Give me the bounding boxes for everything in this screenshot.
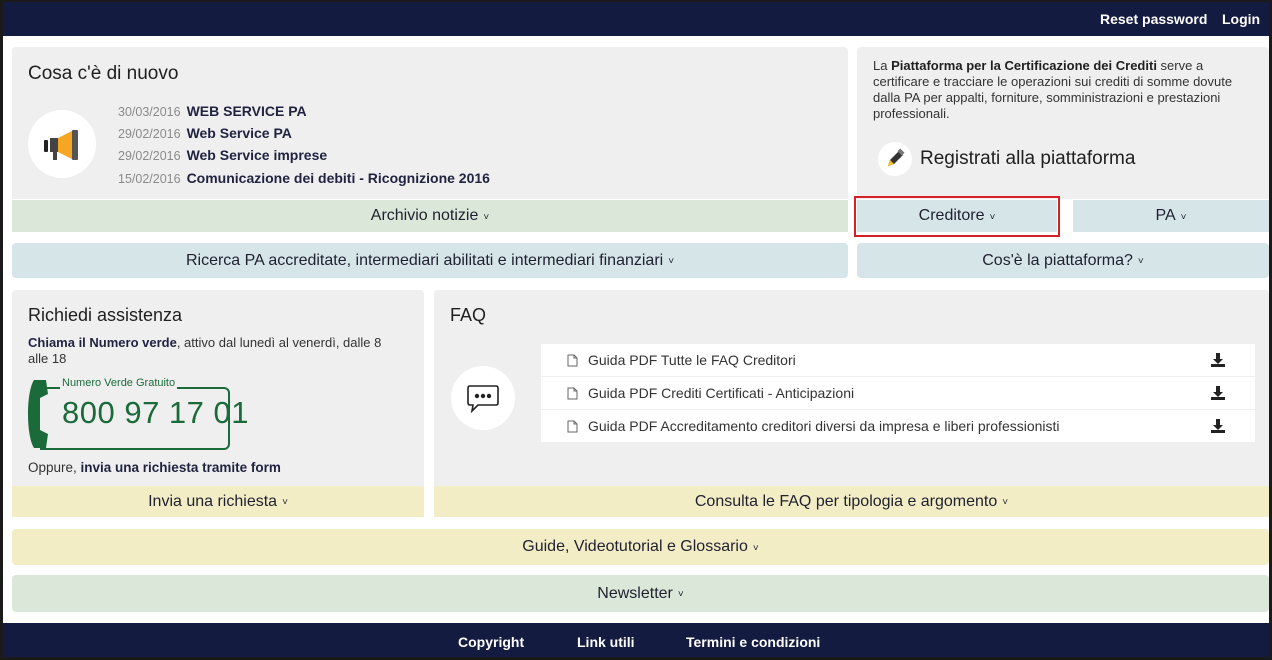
news-item[interactable]: 29/02/2016 Web Service PA bbox=[118, 125, 292, 141]
faq-item-label: Guida PDF Tutte le FAQ Creditori bbox=[588, 352, 796, 368]
assistance-form-text: Oppure, invia una richiesta tramite form bbox=[28, 460, 418, 476]
faq-item[interactable]: Guida PDF Accreditamento creditori diver… bbox=[541, 410, 1255, 443]
toll-free-label: Numero Verde Gratuito bbox=[60, 377, 178, 389]
news-item[interactable]: 29/02/2016 Web Service imprese bbox=[118, 147, 327, 163]
faq-title: FAQ bbox=[450, 305, 487, 325]
news-item[interactable]: 15/02/2016 Comunicazione dei debiti - Ri… bbox=[118, 170, 490, 186]
platform-description: La Piattaforma per la Certificazione dei… bbox=[873, 58, 1257, 122]
assistance-title: Richiedi assistenza bbox=[28, 305, 183, 325]
download-icon[interactable] bbox=[1211, 353, 1225, 367]
chevron-down-icon: ˅ bbox=[282, 497, 288, 508]
guides-label: Guide, Videotutorial e Glossario bbox=[522, 538, 748, 555]
faq-item[interactable]: Guida PDF Crediti Certificati - Anticipa… bbox=[541, 377, 1255, 410]
news-date: 29/02/2016 bbox=[118, 127, 181, 141]
archive-news-label: Archivio notizie bbox=[370, 207, 479, 224]
send-request-label: Invia una richiesta bbox=[148, 492, 278, 510]
chevron-down-icon: ˅ bbox=[483, 211, 490, 223]
chevron-down-icon: ˅ bbox=[668, 256, 675, 267]
search-accredited-button[interactable]: Ricerca PA accreditate, intermediari abi… bbox=[12, 243, 848, 278]
download-icon[interactable] bbox=[1211, 386, 1225, 400]
highlight-box bbox=[854, 196, 1060, 237]
toll-free-number: 800 97 17 01 bbox=[62, 395, 250, 430]
call-bold: Chiama il Numero verde bbox=[28, 335, 177, 350]
copyright-link[interactable]: Copyright bbox=[458, 634, 524, 650]
news-icon-circle bbox=[28, 110, 96, 178]
or-text: Oppure, bbox=[28, 460, 81, 475]
consult-faq-label: Consulta le FAQ per tipologia e argoment… bbox=[694, 492, 998, 510]
login-link[interactable]: Login bbox=[1222, 11, 1260, 27]
register-label: Registrati alla piattaforma bbox=[920, 148, 1136, 169]
platform-description-prefix: La bbox=[873, 58, 892, 73]
megaphone-icon bbox=[44, 130, 78, 160]
send-request-button[interactable]: Invia una richiesta ˅ bbox=[12, 486, 424, 517]
chevron-down-icon: ˅ bbox=[752, 542, 759, 554]
download-icon[interactable] bbox=[1211, 419, 1225, 433]
chevron-down-icon: ˅ bbox=[1002, 497, 1009, 508]
newsletter-button[interactable]: Newsletter ˅ bbox=[12, 575, 1269, 612]
pa-label: PA bbox=[1155, 207, 1176, 224]
search-accredited-label: Ricerca PA accreditate, intermediari abi… bbox=[185, 251, 664, 269]
assistance-call-text: Chiama il Numero verde, attivo dal luned… bbox=[28, 335, 398, 367]
news-link[interactable]: Web Service PA bbox=[187, 125, 292, 141]
news-title: Cosa c'è di nuovo bbox=[28, 63, 179, 84]
newsletter-label: Newsletter bbox=[597, 584, 673, 602]
faq-icon-circle bbox=[451, 366, 515, 430]
top-navigation-bar bbox=[3, 2, 1269, 36]
about-platform-button[interactable]: Cos'è la piattaforma? ˅ bbox=[857, 243, 1269, 278]
guides-button[interactable]: Guide, Videotutorial e Glossario ˅ bbox=[12, 529, 1269, 565]
news-item[interactable]: 30/03/2016 WEB SERVICE PA bbox=[118, 103, 307, 119]
pencil-icon bbox=[878, 142, 912, 176]
terms-link[interactable]: Termini e condizioni bbox=[686, 634, 820, 650]
chat-bubble-icon bbox=[467, 385, 499, 413]
news-link[interactable]: WEB SERVICE PA bbox=[187, 103, 307, 119]
news-date: 29/02/2016 bbox=[118, 149, 181, 163]
register-link[interactable]: Registrati alla piattaforma bbox=[878, 142, 1135, 176]
news-link[interactable]: Comunicazione dei debiti - Ricognizione … bbox=[187, 170, 490, 186]
phone-handset-icon bbox=[28, 380, 48, 448]
useful-links-link[interactable]: Link utili bbox=[577, 634, 635, 650]
faq-item[interactable]: Guida PDF Tutte le FAQ Creditori bbox=[541, 344, 1255, 377]
news-date: 15/02/2016 bbox=[118, 172, 181, 186]
form-bold: invia una richiesta tramite form bbox=[80, 460, 281, 475]
faq-list: Guida PDF Tutte le FAQ Creditori Guida P… bbox=[541, 344, 1255, 443]
faq-item-label: Guida PDF Crediti Certificati - Anticipa… bbox=[588, 385, 855, 401]
news-link[interactable]: Web Service imprese bbox=[187, 147, 328, 163]
document-icon bbox=[567, 354, 578, 366]
reset-password-link[interactable]: Reset password bbox=[1100, 11, 1207, 27]
footer-bar bbox=[3, 623, 1269, 657]
chevron-down-icon: ˅ bbox=[1180, 211, 1187, 223]
archive-news-button[interactable]: Archivio notizie ˅ bbox=[12, 200, 848, 232]
document-icon bbox=[567, 420, 578, 432]
news-date: 30/03/2016 bbox=[118, 105, 181, 119]
chevron-down-icon: ˅ bbox=[677, 589, 684, 600]
about-platform-label: Cos'è la piattaforma? bbox=[982, 251, 1133, 269]
consult-faq-button[interactable]: Consulta le FAQ per tipologia e argoment… bbox=[434, 486, 1269, 517]
pa-button[interactable]: PA ˅ bbox=[1073, 200, 1269, 232]
chevron-down-icon: ˅ bbox=[1137, 256, 1144, 267]
platform-description-bold: Piattaforma per la Certificazione dei Cr… bbox=[891, 58, 1157, 73]
document-icon bbox=[567, 387, 578, 399]
faq-item-label: Guida PDF Accreditamento creditori diver… bbox=[588, 418, 1060, 434]
